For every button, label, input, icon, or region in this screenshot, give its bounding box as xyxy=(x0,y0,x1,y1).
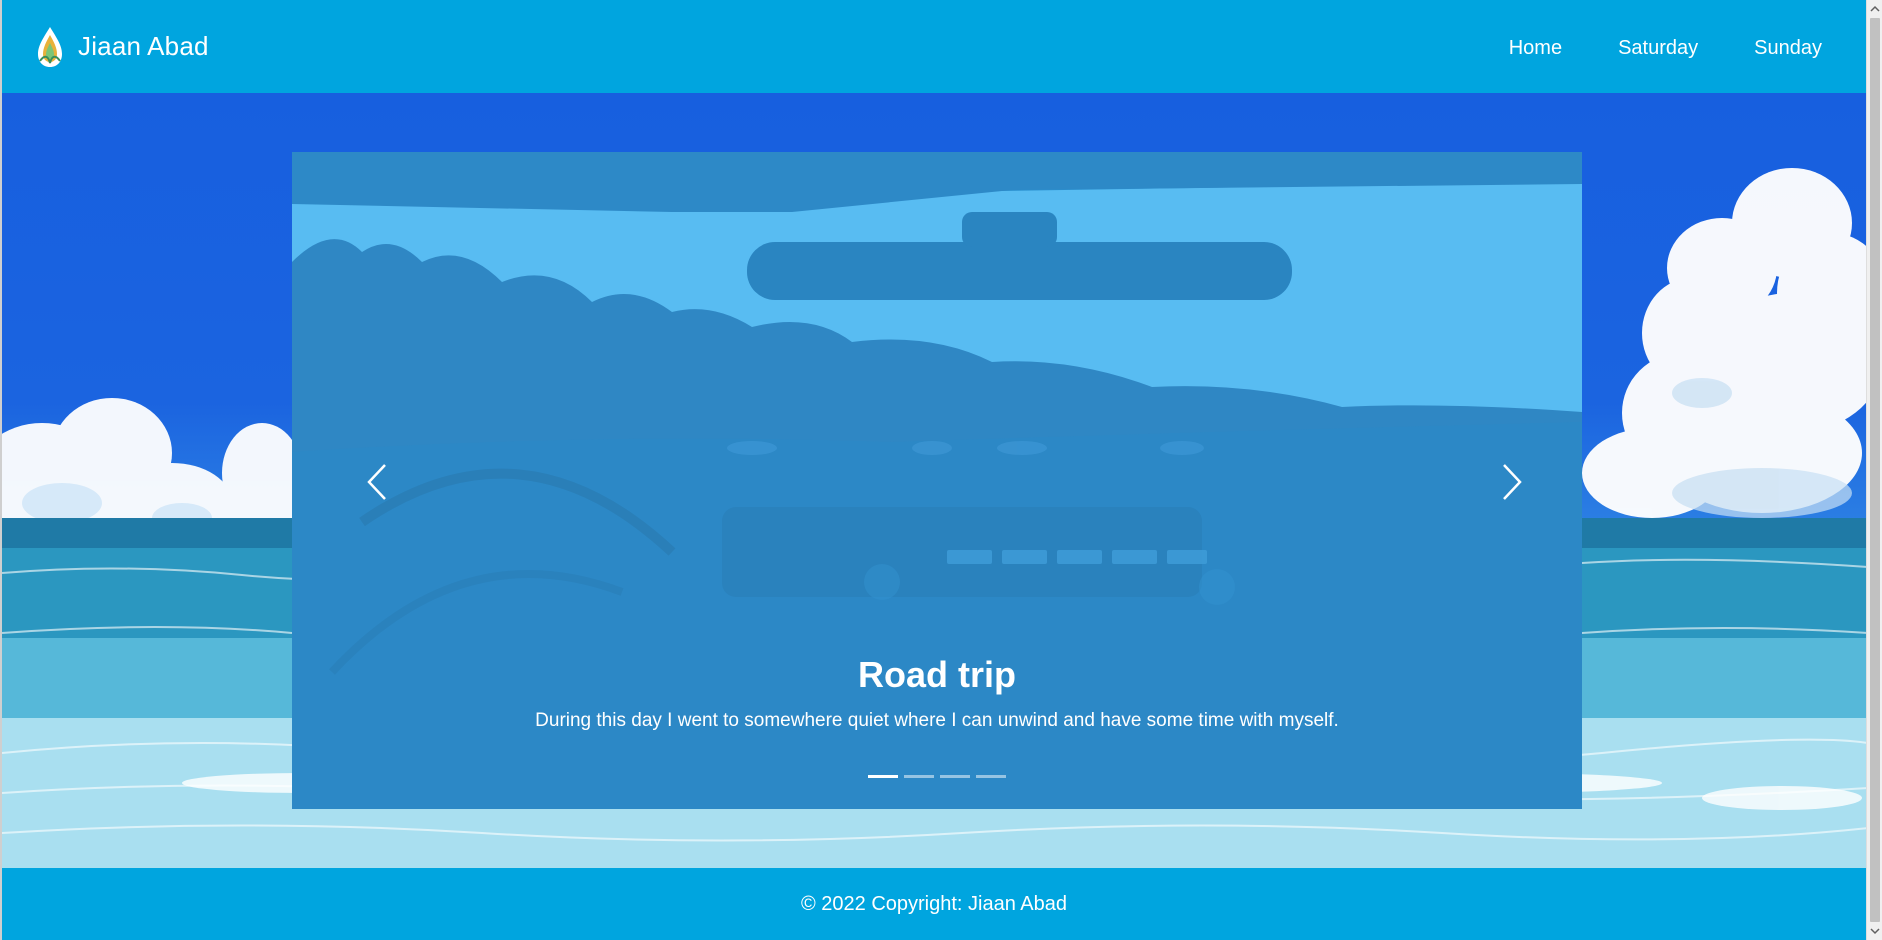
carousel-indicator-3[interactable] xyxy=(940,775,970,778)
carousel-next-button[interactable] xyxy=(1482,452,1542,512)
hero-section: Road trip During this day I went to some… xyxy=(0,93,1866,868)
flame-drop-logo-icon xyxy=(38,26,62,67)
carousel-indicator-2[interactable] xyxy=(904,775,934,778)
nav-link-sunday[interactable]: Sunday xyxy=(1754,37,1822,60)
carousel-indicator-1[interactable] xyxy=(868,775,898,778)
carousel-caption: Road trip During this day I went to some… xyxy=(292,654,1582,732)
nav-links: Home Saturday Sunday xyxy=(1509,37,1822,60)
footer-copyright: © 2022 Copyright: Jiaan Abad xyxy=(800,892,1068,915)
scroll-up-arrow-icon[interactable] xyxy=(1870,4,1880,14)
vertical-scrollbar[interactable] xyxy=(1866,0,1882,940)
chevron-right-icon xyxy=(1503,464,1522,500)
brand-name: Jiaan Abad xyxy=(78,31,209,61)
slide-title: Road trip xyxy=(858,654,1016,695)
nav-link-home[interactable]: Home xyxy=(1509,37,1562,60)
brand-link[interactable]: Jiaan Abad xyxy=(34,25,209,69)
carousel-indicator-4[interactable] xyxy=(976,775,1006,778)
scrollbar-thumb[interactable] xyxy=(1870,18,1880,922)
chevron-left-icon xyxy=(367,464,386,500)
carousel: Road trip During this day I went to some… xyxy=(292,152,1582,809)
carousel-indicators xyxy=(292,775,1582,778)
navbar: Jiaan Abad Home Saturday Sunday xyxy=(0,0,1866,93)
nav-link-saturday[interactable]: Saturday xyxy=(1618,37,1698,60)
footer: © 2022 Copyright: Jiaan Abad xyxy=(0,868,1866,940)
scroll-down-arrow-icon[interactable] xyxy=(1870,926,1880,936)
slide-description: During this day I went to somewhere quie… xyxy=(535,710,1339,731)
carousel-prev-button[interactable] xyxy=(347,452,407,512)
